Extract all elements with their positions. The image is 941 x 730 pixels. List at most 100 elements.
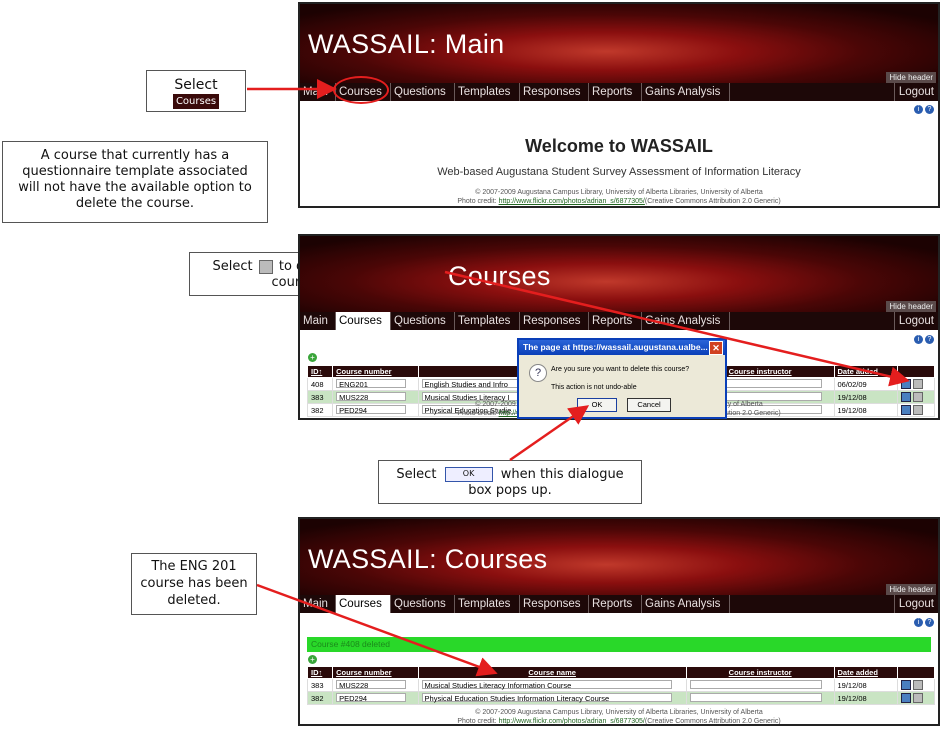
col-course-number[interactable]: Course number (332, 365, 419, 378)
hide-header-button[interactable]: Hide header (886, 301, 936, 312)
ok-button[interactable]: OK (577, 398, 617, 412)
ok-callout: Select OK when this dialogue box pops up… (378, 460, 642, 504)
dialog-warning: This action is not undo-able (551, 384, 637, 391)
tab-courses[interactable]: Courses (336, 312, 391, 330)
footer-license: (Creative Commons Attribution 2.0 Generi… (644, 718, 781, 725)
footer-credit-label: Photo credit: (457, 410, 497, 417)
tab-questions[interactable]: Questions (391, 595, 455, 613)
col-actions (896, 365, 936, 378)
hide-header-button[interactable]: Hide header (886, 72, 936, 83)
help-icon[interactable]: ? (925, 618, 934, 627)
tab-main[interactable]: Main (300, 312, 336, 330)
footer-copyright: © 2007-2009 Augustana Campus Library, Un… (475, 189, 763, 196)
tab-reports[interactable]: Reports (589, 595, 642, 613)
callout-text: Select (174, 77, 218, 93)
tab-courses[interactable]: Courses (336, 595, 391, 613)
course-instructor-field[interactable] (689, 679, 822, 689)
col-date-added[interactable]: Date added (833, 365, 898, 378)
cell-id: 382 (306, 691, 334, 705)
save-icon[interactable] (900, 693, 911, 703)
welcome-subtitle: Web-based Augustana Student Survey Asses… (437, 166, 801, 178)
col-course-instructor[interactable]: Course instructor (685, 666, 835, 679)
tab-templates[interactable]: Templates (455, 312, 520, 330)
help-icon[interactable]: ? (925, 335, 934, 344)
logout-button[interactable]: Logout (893, 312, 938, 330)
table-row: 383 MUS228 Musical Studies Literacy Info… (306, 678, 936, 692)
col-id[interactable]: ID↑ (306, 666, 334, 679)
tab-responses[interactable]: Responses (520, 595, 589, 613)
dialog-title: The page at https://wassail.augustana.ua… (519, 340, 725, 355)
tab-gains-analysis[interactable]: Gains Analysis (642, 312, 730, 330)
screen-courses-deleted: WASSAIL: Courses Hide header Main Course… (298, 517, 940, 726)
nav-bar: Main Courses Questions Templates Respons… (300, 595, 938, 613)
close-icon[interactable]: ✕ (709, 341, 723, 355)
tab-responses[interactable]: Responses (520, 83, 589, 101)
table-header: ID↑ Course number Course name Course ins… (306, 666, 936, 679)
cell-date: 19/12/08 (833, 678, 898, 692)
ok-chip: OK (444, 467, 493, 482)
course-number-field[interactable]: PED294 (336, 693, 407, 703)
delete-icon[interactable] (912, 693, 923, 703)
add-course-icon[interactable]: + (308, 655, 317, 664)
screen-main: WASSAIL: Main Hide header Main Courses Q… (298, 2, 940, 208)
table-row: 382 PED294 Physical Education Studies In… (306, 691, 936, 705)
callout-text: A course that currently has a questionna… (18, 148, 252, 211)
course-number-field[interactable]: ENG201 (336, 379, 407, 389)
cell-date: 06/02/09 (833, 377, 898, 391)
dialog-question: Are you sure you want to delete this cou… (551, 366, 690, 373)
logout-button[interactable]: Logout (893, 83, 938, 101)
deleted-callout: The ENG 201 course has been deleted. (131, 553, 257, 615)
course-instructor-field[interactable] (689, 692, 822, 702)
courses-table: ID↑ Course number Course name Course ins… (306, 666, 936, 705)
tab-responses[interactable]: Responses (520, 312, 589, 330)
course-name-field[interactable]: Physical Education Studies Information L… (421, 693, 672, 703)
courses-chip: Courses (172, 94, 220, 109)
col-course-number[interactable]: Course number (332, 666, 419, 679)
info-icon[interactable]: i (914, 105, 923, 114)
tab-questions[interactable]: Questions (391, 312, 455, 330)
cancel-button[interactable]: Cancel (627, 398, 671, 412)
cell-id: 408 (306, 377, 334, 391)
nav-bar: Main Courses Questions Templates Respons… (300, 83, 938, 101)
col-course-name[interactable]: Course name (417, 666, 687, 679)
tab-main[interactable]: Main (300, 595, 336, 613)
delete-icon[interactable] (912, 379, 923, 389)
info-icon[interactable]: i (914, 618, 923, 627)
logout-button[interactable]: Logout (893, 595, 938, 613)
save-icon[interactable] (900, 680, 911, 690)
page-title: WASSAIL: Courses (308, 544, 548, 574)
help-icons: i? (912, 103, 934, 114)
tab-gains-analysis[interactable]: Gains Analysis (642, 595, 730, 613)
callout-text: Select (396, 467, 437, 482)
tab-templates[interactable]: Templates (455, 83, 520, 101)
save-icon[interactable] (900, 379, 911, 389)
tab-main[interactable]: Main (300, 83, 336, 101)
add-course-icon[interactable]: + (308, 353, 317, 362)
footer-license: (Creative Commons Attribution 2.0 Generi… (644, 198, 781, 205)
help-icon[interactable]: ? (925, 105, 934, 114)
col-id[interactable]: ID↑ (306, 365, 334, 378)
page-title: WASSAIL: Main (308, 29, 505, 59)
col-date-added[interactable]: Date added (833, 666, 898, 679)
status-message: Course #408 deleted (307, 637, 931, 652)
tab-gains-analysis[interactable]: Gains Analysis (642, 83, 730, 101)
course-number-field[interactable]: MUS228 (336, 680, 407, 690)
highlight-ellipse (333, 76, 389, 104)
footer-credit-label: Photo credit: (457, 718, 497, 725)
template-note-callout: A course that currently has a questionna… (2, 141, 268, 223)
header-banner: Courses Hide header (300, 236, 938, 312)
footer-credit-link[interactable]: http://www.flickr.com/photos/adrian_s/68… (499, 198, 645, 205)
tab-questions[interactable]: Questions (391, 83, 455, 101)
hide-header-button[interactable]: Hide header (886, 584, 936, 595)
page-title: Courses (448, 261, 551, 291)
tab-templates[interactable]: Templates (455, 595, 520, 613)
delete-icon[interactable] (912, 680, 923, 690)
header-banner: WASSAIL: Main Hide header (300, 4, 938, 83)
callout-text: Select (212, 259, 253, 274)
course-name-field[interactable]: Musical Studies Literacy Information Cou… (421, 680, 672, 690)
tab-reports[interactable]: Reports (589, 312, 642, 330)
header-banner: WASSAIL: Courses Hide header (300, 519, 938, 595)
info-icon[interactable]: i (914, 335, 923, 344)
tab-reports[interactable]: Reports (589, 83, 642, 101)
footer-credit-link[interactable]: http://www.flickr.com/photos/adrian_s/68… (499, 718, 645, 724)
